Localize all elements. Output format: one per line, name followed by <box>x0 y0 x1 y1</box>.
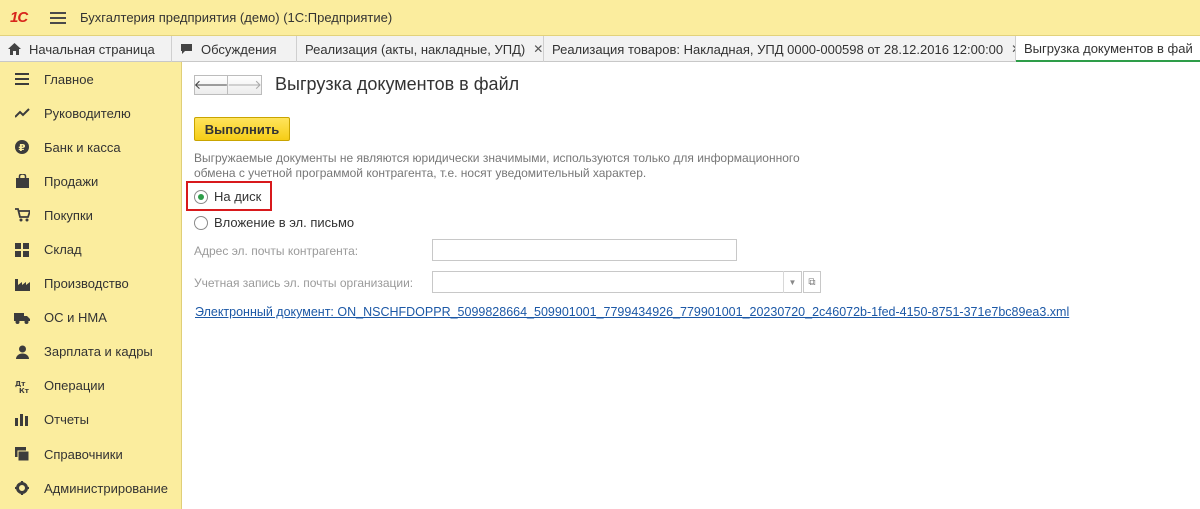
trend-icon <box>14 105 30 121</box>
sidebar-item-salary[interactable]: Зарплата и кадры <box>0 335 181 369</box>
radio-to-disk[interactable]: На диск <box>194 189 261 204</box>
home-icon <box>8 43 21 55</box>
sidebar-item-administration[interactable]: Администрирование <box>0 471 181 505</box>
email-label: Адрес эл. почты контрагента: <box>194 244 359 258</box>
sidebar-item-warehouse[interactable]: Склад <box>0 232 181 266</box>
tab-label: Выгрузка документов в фай <box>1024 40 1193 56</box>
sidebar-item-main[interactable]: Главное <box>0 62 181 96</box>
sidebar-item-label: Продажи <box>44 173 99 189</box>
run-button[interactable]: Выполнить <box>194 117 290 141</box>
sidebar-item-reports[interactable]: Отчеты <box>0 403 181 437</box>
open-icon[interactable]: ⧉ <box>803 271 821 293</box>
sidebar-item-label: Главное <box>44 71 94 87</box>
arrow-right-icon: 🡒 <box>227 77 262 92</box>
back-button[interactable]: 🡐 <box>194 75 228 95</box>
person-icon <box>14 344 30 360</box>
radio-unselected-icon <box>194 215 208 230</box>
radio-email-attachment[interactable]: Вложение в эл. письмо <box>194 215 354 230</box>
tab-bar: Начальная страница Обсуждения Реализация… <box>0 36 1200 62</box>
dropdown-icon[interactable]: ▼ <box>783 271 801 293</box>
close-icon[interactable]: ✕ <box>533 42 543 56</box>
bar-chart-icon <box>14 412 30 428</box>
form-area: 🡐 🡒 Выгрузка документов в файл Выполнить… <box>183 62 1200 509</box>
sidebar-item-label: Справочники <box>44 446 123 462</box>
sidebar-item-label: Покупки <box>44 207 93 223</box>
books-icon <box>14 446 30 462</box>
sidebar-item-label: Администрирование <box>44 480 168 496</box>
cart-icon <box>14 207 30 223</box>
app-logo: 1С <box>10 9 28 26</box>
tab-discussions[interactable]: Обсуждения <box>172 36 297 62</box>
gear-icon <box>14 480 30 496</box>
tab-label: Обсуждения <box>201 41 277 57</box>
title-bar: 1С Бухгалтерия предприятия (демо) (1С:Пр… <box>0 0 1200 36</box>
dt-kt-icon: Дт Кт <box>14 378 30 394</box>
account-select[interactable]: ▼ <box>432 271 802 293</box>
ruble-icon: ₽ <box>14 139 30 155</box>
navigation-buttons: 🡐 🡒 <box>194 75 262 95</box>
svg-text:₽: ₽ <box>19 143 26 154</box>
sidebar-item-label: Отчеты <box>44 412 89 428</box>
sidebar-item-label: Банк и касса <box>44 139 121 155</box>
arrow-left-icon: 🡐 <box>193 77 229 92</box>
warehouse-icon <box>14 242 30 258</box>
sidebar-item-manager[interactable]: Руководителю <box>0 96 181 130</box>
sidebar-item-sales[interactable]: Продажи <box>0 164 181 198</box>
sidebar-item-assets[interactable]: ОС и НМА <box>0 301 181 335</box>
app-title: Бухгалтерия предприятия (демо) (1С:Предп… <box>80 10 393 25</box>
tab-sales-list[interactable]: Реализация (акты, накладные, УПД) ✕ <box>297 36 544 62</box>
menu-lines-icon <box>14 71 30 87</box>
chat-icon <box>180 43 193 55</box>
radio-selected-icon <box>194 189 208 204</box>
notice-text: Выгружаемые документы не являются юридич… <box>194 151 800 180</box>
sidebar-item-bank[interactable]: ₽ Банк и касса <box>0 130 181 164</box>
sidebar: Главное Руководителю ₽ Банк и касса Прод… <box>0 62 182 509</box>
tab-label: Начальная страница <box>29 41 155 57</box>
sidebar-item-label: Операции <box>44 378 105 394</box>
sidebar-item-label: ОС и НМА <box>44 310 107 326</box>
bag-icon <box>14 173 30 189</box>
sidebar-item-operations[interactable]: Дт Кт Операции <box>0 369 181 403</box>
truck-icon <box>14 310 30 326</box>
page-title: Выгрузка документов в файл <box>275 74 520 94</box>
factory-icon <box>14 276 30 292</box>
sidebar-item-production[interactable]: Производство <box>0 267 181 301</box>
email-field[interactable] <box>432 239 737 261</box>
main-menu-icon[interactable] <box>50 11 66 24</box>
sidebar-item-purchases[interactable]: Покупки <box>0 198 181 232</box>
radio-label: На диск <box>214 189 262 204</box>
sidebar-item-label: Производство <box>44 276 129 292</box>
tab-sales-document[interactable]: Реализация товаров: Накладная, УПД 0000-… <box>544 36 1016 62</box>
radio-label: Вложение в эл. письмо <box>214 215 355 230</box>
tab-label: Реализация товаров: Накладная, УПД 0000-… <box>552 41 1004 57</box>
svg-text:Кт: Кт <box>19 387 29 393</box>
sidebar-item-catalogs[interactable]: Справочники <box>0 437 181 471</box>
forward-button[interactable]: 🡒 <box>227 75 262 95</box>
tab-export-documents[interactable]: Выгрузка документов в фай <box>1016 36 1200 62</box>
tab-home[interactable]: Начальная страница <box>0 36 172 62</box>
sidebar-item-label: Руководителю <box>44 105 131 121</box>
document-link[interactable]: Электронный документ: ON_NSCHFDOPPR_5099… <box>195 305 1069 319</box>
tab-label: Реализация (акты, накладные, УПД) <box>305 41 526 57</box>
sidebar-item-label: Склад <box>44 242 82 258</box>
account-label: Учетная запись эл. почты организации: <box>194 276 414 290</box>
sidebar-item-label: Зарплата и кадры <box>44 344 153 360</box>
